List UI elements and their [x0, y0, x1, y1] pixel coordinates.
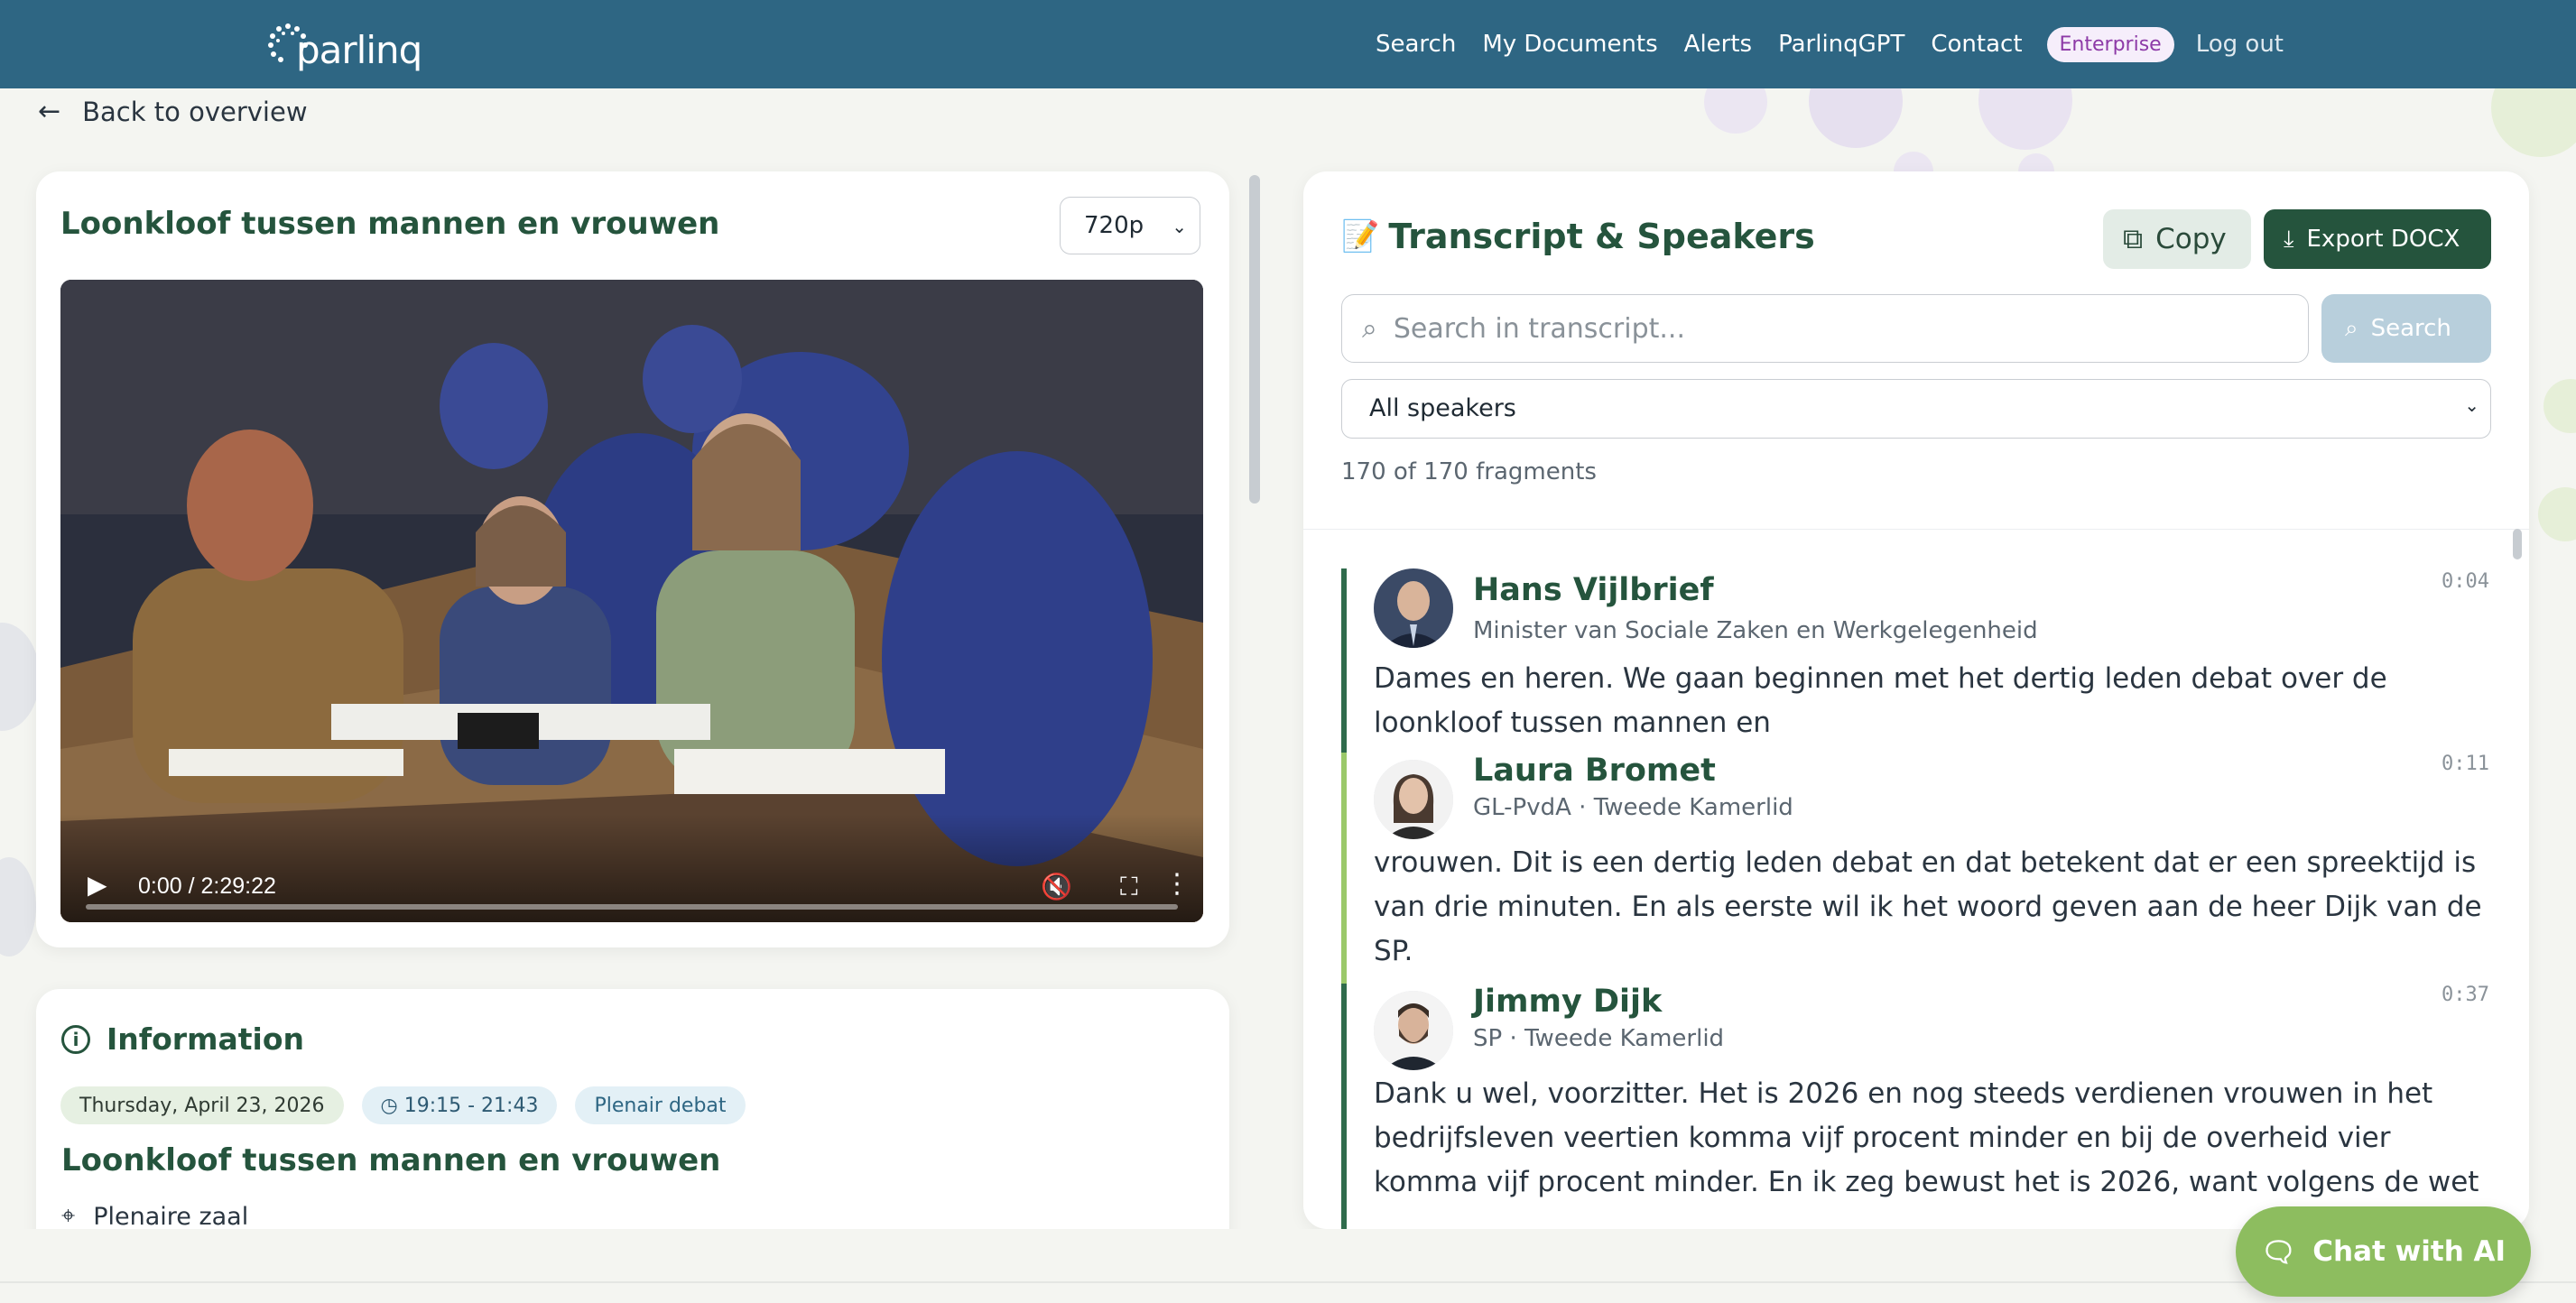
back-to-overview-link[interactable]: ← Back to overview	[38, 96, 308, 127]
mute-icon[interactable]: 🔇	[1041, 872, 1072, 901]
enterprise-badge: Enterprise	[2046, 26, 2174, 62]
decor-dot	[2538, 487, 2576, 541]
main-nav: Search My Documents Alerts ParlinqGPT Co…	[1376, 0, 2284, 88]
quality-value: 720p	[1084, 212, 1144, 239]
decor-dot	[0, 623, 40, 731]
info-tags: Thursday, April 23, 2026 ◷ 19:15 - 21:43…	[60, 1086, 746, 1124]
chat-with-ai-button[interactable]: 🗨 Chat with AI	[2236, 1206, 2531, 1297]
transcript-fragment[interactable]: Jimmy Dijk SP · Tweede Kamerlid 0:37 Dan…	[1341, 984, 2506, 1229]
speaker-avatar	[1374, 991, 1453, 1070]
video-player[interactable]: ▶ 0:00 / 2:29:22 🔇 ⛶ ⋮	[60, 280, 1203, 922]
date-tag: Thursday, April 23, 2026	[60, 1086, 344, 1124]
location: ⌖ Plenaire zaal	[61, 1202, 248, 1231]
information-heading: i Information	[61, 1021, 304, 1057]
transcript-fragment[interactable]: Hans Vijlbrief Minister van Sociale Zake…	[1341, 568, 2506, 753]
parlinq-logo[interactable]: parlinq	[267, 16, 422, 72]
speaker-avatar	[1374, 760, 1453, 839]
speaker-role: Minister van Sociale Zaken en Werkgelege…	[1473, 617, 2038, 644]
nav-parlinqgpt[interactable]: ParlinqGPT	[1778, 31, 1904, 58]
more-options-icon[interactable]: ⋮	[1163, 868, 1191, 900]
information-heading-label: Information	[107, 1021, 304, 1057]
footer-divider	[0, 1281, 2576, 1283]
transcript-scrollbar[interactable]	[2513, 529, 2522, 559]
fragment-text: Dank u wel, voorzitter. Het is 2026 en n…	[1374, 1077, 2479, 1198]
chat-button-label: Chat with AI	[2312, 1235, 2507, 1268]
copy-label: Copy	[2155, 223, 2227, 255]
speaker-name: Hans Vijlbrief	[1473, 572, 1714, 608]
memo-icon: 📝	[1341, 218, 1380, 254]
transcript-fragment[interactable]: Laura Bromet GL-PvdA · Tweede Kamerlid 0…	[1341, 753, 2506, 984]
debate-title: Loonkloof tussen mannen en vrouwen	[61, 1142, 721, 1178]
download-icon: ⤓	[2284, 225, 2294, 253]
logo-text: parlinq	[296, 27, 422, 72]
debate-type-tag: Plenair debat	[575, 1086, 746, 1124]
speaker-avatar	[1374, 568, 1453, 648]
speaker-role: GL-PvdA · Tweede Kamerlid	[1473, 794, 1793, 821]
speaker-name: Laura Bromet	[1473, 753, 1716, 789]
export-docx-button[interactable]: ⤓ Export DOCX	[2264, 209, 2491, 269]
search-placeholder: Search in transcript...	[1393, 312, 1686, 345]
time-tag-label: 19:15 - 21:43	[403, 1095, 539, 1117]
video-controls: ▶ 0:00 / 2:29:22 🔇 ⛶ ⋮	[60, 814, 1203, 922]
transcript-search-input[interactable]: ⌕ Search in transcript...	[1341, 294, 2309, 363]
export-label: Export DOCX	[2306, 226, 2460, 253]
top-navigation-bar: parlinq Search My Documents Alerts Parli…	[0, 0, 2576, 88]
left-column-scrollbar[interactable]	[1249, 175, 1260, 504]
quality-select[interactable]: 720p ⌄	[1060, 197, 1200, 254]
fragment-text: Dames en heren. We gaan beginnen met het…	[1374, 662, 2387, 739]
nav-my-documents[interactable]: My Documents	[1482, 31, 1657, 58]
search-icon: ⌕	[1362, 312, 1377, 345]
fragment-timestamp[interactable]: 0:11	[2442, 753, 2489, 775]
nav-search[interactable]: Search	[1376, 31, 1456, 58]
copy-button[interactable]: ⧉ Copy	[2103, 209, 2251, 269]
logout-link[interactable]: Log out	[2196, 31, 2284, 58]
search-button-label: Search	[2370, 315, 2451, 342]
chevron-down-icon: ⌄	[2464, 394, 2479, 416]
transcript-search-button[interactable]: ⌕ Search	[2321, 294, 2491, 363]
play-icon[interactable]: ▶	[88, 870, 107, 900]
fragment-timestamp[interactable]: 0:37	[2442, 984, 2489, 1006]
chevron-down-icon: ⌄	[1172, 216, 1187, 237]
speaker-filter-select[interactable]: All speakers ⌄	[1341, 379, 2491, 439]
location-label: Plenaire zaal	[93, 1202, 249, 1231]
map-pin-icon: ⌖	[61, 1202, 76, 1230]
fullscreen-icon[interactable]: ⛶	[1120, 872, 1138, 902]
video-progress-bar[interactable]	[86, 904, 1178, 910]
speaker-name: Jimmy Dijk	[1473, 984, 1663, 1020]
nav-contact[interactable]: Contact	[1931, 31, 2022, 58]
page-bottom	[0, 1229, 2576, 1303]
clock-icon: ◷	[380, 1095, 404, 1117]
video-card: Loonkloof tussen mannen en vrouwen 720p …	[36, 171, 1229, 947]
nav-alerts[interactable]: Alerts	[1684, 31, 1752, 58]
fragment-timestamp[interactable]: 0:04	[2442, 570, 2489, 593]
fragment-text: vrouwen. Dit is een dertig leden debat e…	[1374, 846, 2482, 967]
back-link-label: Back to overview	[82, 96, 308, 127]
transcript-divider	[1303, 529, 2529, 530]
transcript-card: 📝 Transcript & Speakers ⧉ Copy ⤓ Export …	[1303, 171, 2529, 1229]
video-title: Loonkloof tussen mannen en vrouwen	[60, 206, 720, 242]
arrow-left-icon: ←	[38, 96, 61, 127]
info-icon: i	[61, 1024, 90, 1054]
speaker-filter-value: All speakers	[1369, 394, 1516, 422]
transcript-heading: 📝 Transcript & Speakers	[1341, 217, 1815, 256]
video-time: 0:00 / 2:29:22	[138, 873, 276, 899]
logo-ring-icon	[267, 23, 309, 64]
time-tag: ◷ 19:15 - 21:43	[361, 1086, 558, 1124]
transcript-heading-label: Transcript & Speakers	[1388, 217, 1815, 256]
decor-dot	[2544, 379, 2576, 433]
decor-dot	[0, 857, 36, 956]
copy-icon: ⧉	[2123, 222, 2144, 255]
speaker-role: SP · Tweede Kamerlid	[1473, 1025, 1725, 1052]
chat-bubble-icon: 🗨	[2260, 1235, 2297, 1269]
search-icon: ⌕	[2345, 314, 2358, 342]
fragment-count: 170 of 170 fragments	[1341, 458, 1597, 485]
